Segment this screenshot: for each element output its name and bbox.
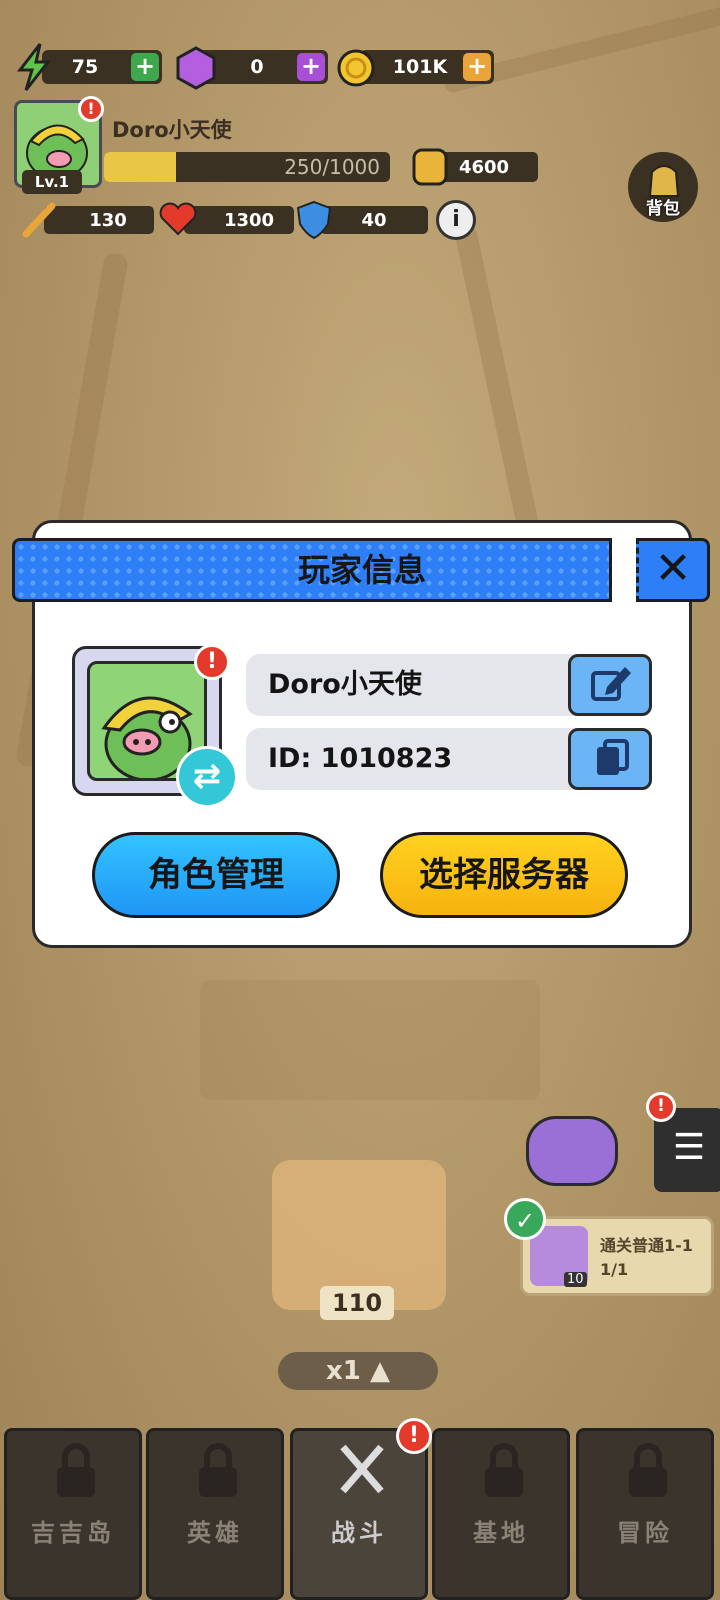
swap-avatar-button[interactable]: ⇄: [176, 746, 238, 808]
tab-label: 吉吉岛: [31, 1519, 115, 1547]
attack-value: 130: [89, 209, 127, 231]
bag-label: 背包: [646, 199, 680, 219]
quest-title: 通关普通1-1: [600, 1236, 693, 1255]
add-gems-button[interactable]: +: [297, 53, 325, 81]
tab-base[interactable]: 基地: [432, 1428, 570, 1600]
quest-progress: 1/1: [600, 1260, 629, 1279]
xp-fill: [104, 152, 176, 182]
hp-stat: 1300: [184, 206, 294, 234]
tab-jiji-island[interactable]: 吉吉岛: [4, 1428, 142, 1600]
hp-value: 1300: [223, 209, 275, 231]
avatar-alert-badge: !: [194, 644, 230, 680]
player-id-field: ID: 1010823: [246, 728, 582, 790]
check-icon: ✓: [504, 1198, 546, 1240]
lock-icon: [485, 1443, 523, 1497]
lock-icon: [629, 1443, 667, 1497]
defense-value: 40: [361, 209, 387, 231]
energy-counter: 75 +: [42, 50, 162, 84]
swap-icon: ⇄: [192, 756, 222, 796]
shield-icon: [296, 200, 332, 240]
gamepad-icon[interactable]: [526, 1116, 618, 1186]
tab-heroes[interactable]: 英雄: [146, 1428, 284, 1600]
energy-value: 75: [71, 56, 99, 78]
fist-icon: [412, 148, 448, 186]
lock-icon: [57, 1443, 95, 1497]
menu-alert-badge: !: [646, 1092, 676, 1122]
xp-text: 250/1000: [284, 155, 380, 179]
lock-icon: [199, 1443, 237, 1497]
crossed-swords-icon: [340, 1444, 384, 1494]
coin-icon: [337, 49, 375, 87]
select-server-button[interactable]: 选择服务器: [380, 832, 628, 918]
close-button[interactable]: ✕: [636, 538, 710, 602]
gem-icon: [176, 46, 216, 90]
player-name-top: Doro小天使: [112, 118, 232, 142]
quest-item-count: 10: [564, 1272, 587, 1287]
coin-value: 101K: [392, 56, 448, 78]
coin-counter: 101K +: [360, 50, 494, 84]
bottom-nav: 吉吉岛 英雄 战斗 ! 基地 冒险: [0, 1418, 720, 1600]
tab-battle[interactable]: 战斗: [290, 1428, 428, 1600]
copy-icon: [597, 739, 629, 775]
tab-label: 冒险: [617, 1519, 673, 1547]
info-icon[interactable]: i: [436, 200, 476, 240]
dialog-title: 玩家信息: [297, 551, 426, 589]
tab-label: 战斗: [331, 1519, 387, 1547]
power-value: 4600: [458, 156, 510, 178]
xp-bar: 250/1000: [104, 152, 390, 182]
avatar-alert-badge: !: [78, 96, 104, 122]
heart-icon: [159, 202, 197, 236]
player-name-field: Doro小天使: [246, 654, 582, 716]
speed-toggle[interactable]: x1 ▲: [278, 1352, 438, 1390]
attack-stat: 130: [44, 206, 154, 234]
defense-stat: 40: [320, 206, 428, 234]
battle-alert-badge: !: [396, 1418, 432, 1454]
add-energy-button[interactable]: +: [131, 53, 159, 81]
gem-value: 0: [250, 56, 264, 78]
chest-count: 110: [320, 1286, 394, 1320]
add-coins-button[interactable]: +: [463, 53, 491, 81]
tab-label: 英雄: [187, 1519, 243, 1547]
sword-icon: [22, 202, 56, 238]
copy-id-button[interactable]: [568, 728, 652, 790]
edit-icon: [591, 667, 631, 701]
role-management-button[interactable]: 角色管理: [92, 832, 340, 918]
level-tag: Lv.1: [22, 170, 82, 194]
tab-adventure[interactable]: 冒险: [576, 1428, 714, 1600]
edit-name-button[interactable]: [568, 654, 652, 716]
tab-label: 基地: [473, 1519, 529, 1547]
bag-icon: [648, 165, 680, 197]
close-icon: ✕: [654, 543, 692, 594]
lightning-icon: [16, 43, 52, 91]
